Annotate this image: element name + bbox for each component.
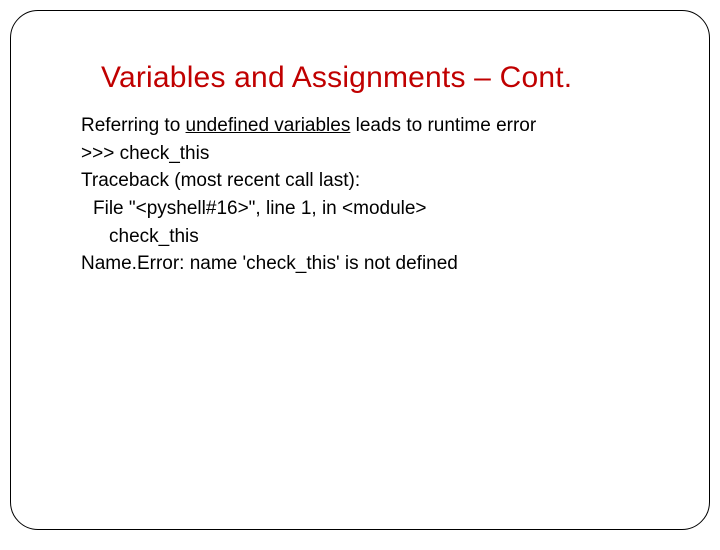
intro-line: Referring to undefined variables leads t… xyxy=(81,113,669,139)
intro-post: leads to runtime error xyxy=(350,115,536,136)
traceback-line: Traceback (most recent call last): xyxy=(81,168,669,194)
ref-line: check_this xyxy=(81,224,669,250)
intro-underlined: undefined variables xyxy=(186,115,351,136)
slide-frame: Variables and Assignments – Cont. Referr… xyxy=(10,10,710,530)
slide-body: Referring to undefined variables leads t… xyxy=(81,113,669,277)
slide-title: Variables and Assignments – Cont. xyxy=(101,61,669,95)
error-line: Name.Error: name 'check_this' is not def… xyxy=(81,251,669,277)
file-line: File "<pyshell#16>", line 1, in <module> xyxy=(81,196,669,222)
intro-pre: Referring to xyxy=(81,115,186,136)
code-prompt-line: >>> check_this xyxy=(81,141,669,167)
